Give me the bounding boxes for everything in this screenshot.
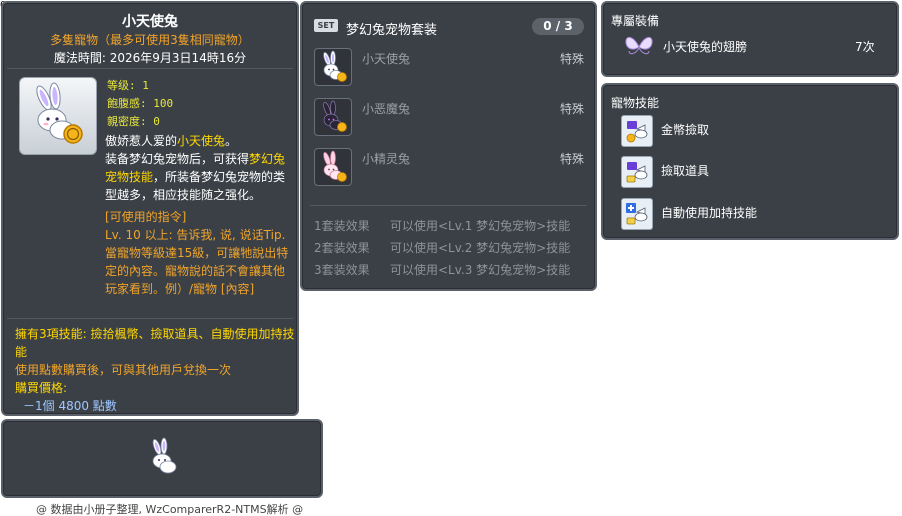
skill-name: 自動使用加持技能	[661, 206, 758, 220]
set-item-icon[interactable]	[314, 48, 352, 86]
divider	[310, 205, 587, 206]
set-effect: 1套装效果 可以使用<Lv.1 梦幻兔宠物>技能	[314, 217, 570, 234]
item-title: 小天使兔	[122, 14, 178, 30]
commands-body: Lv. 10 以上: 告诉我, 说, 说话Tip. 當寵物等級達15級，可讓牠說…	[105, 228, 289, 296]
set-effect-text: 可以使用<Lv.1 梦幻兔宠物>技能	[390, 219, 571, 233]
set-count-badge: 0 / 3	[532, 18, 584, 35]
auto-buff-icon	[626, 203, 648, 225]
item-pickup-icon	[626, 162, 648, 183]
set-item-type: 特殊	[560, 152, 585, 166]
white-rabbit-icon	[323, 50, 347, 82]
commands-header: [可使用的指令]	[105, 210, 187, 224]
item-icon-frame	[19, 77, 97, 155]
pet-sprite-icon	[152, 437, 177, 474]
exclusive-equip-panel: 專屬裝備 小天使兔的翅膀 7次	[601, 1, 899, 77]
set-effect-label: 3套装效果	[314, 263, 370, 277]
divider	[7, 318, 293, 319]
set-panel: SET 梦幻兔宠物套装 0 / 3 小天使兔 特殊 小恶魔兔 特殊 小精灵兔 特…	[300, 1, 597, 291]
pet-skills-panel: 寵物技能 金幣撿取 撿取道具 自動使用加持技能	[601, 83, 899, 240]
skill-name: 金幣撿取	[661, 123, 710, 137]
skill-name: 撿取道具	[661, 164, 710, 178]
stat-level: 等级: 1	[107, 79, 149, 92]
white-rabbit-icon	[36, 82, 83, 144]
stat-closeness: 親密度: 0	[107, 115, 160, 128]
set-effect-label: 2套装效果	[314, 241, 370, 255]
exchange-note: 使用點數購買後，可與其他用戶兌換一次	[15, 363, 232, 377]
meso-pickup-icon	[626, 121, 648, 143]
desc-highlight: 小天使兔	[177, 134, 226, 148]
price-label: 購買價格:	[15, 381, 68, 395]
set-item-type: 特殊	[560, 52, 585, 66]
skill-icon-frame[interactable]	[621, 156, 653, 188]
skill-icon-frame[interactable]	[621, 115, 653, 147]
item-description: 傲娇惹人爱的小天使兔。 装备梦幻兔宠物后，可获得梦幻兔宠物技能，所装备梦幻兔宠物…	[105, 132, 293, 204]
desc-text: 装备梦幻兔宠物后，可获得	[105, 152, 250, 166]
set-item-name: 小精灵兔	[362, 152, 411, 166]
set-item-icon[interactable]	[314, 148, 352, 186]
item-subtitle: 多隻寵物（最多可使用3隻相同寵物）	[50, 33, 250, 47]
skills-summary: 擁有3項技能: 撿拾楓幣、撿取道具、自動使用加持技能	[15, 327, 295, 359]
price-value: －1個 4800 點數	[23, 399, 117, 413]
black-rabbit-icon	[323, 100, 347, 132]
pet-skills-header: 寵物技能	[611, 96, 660, 110]
pink-rabbit-icon	[323, 150, 347, 182]
exclusive-equip-header: 專屬裝備	[611, 14, 660, 28]
desc-text: 。	[225, 134, 238, 148]
set-item-type: 特殊	[560, 102, 585, 116]
set-badge: SET	[314, 19, 338, 32]
exclusive-equip-name: 小天使兔的翅膀	[663, 40, 748, 54]
item-tooltip-panel: 小天使兔 多隻寵物（最多可使用3隻相同寵物） 魔法時間: 2026年9月3日14…	[1, 1, 299, 416]
set-item-name: 小恶魔兔	[362, 102, 411, 116]
set-effect-label: 1套装效果	[314, 219, 370, 233]
footer-credit: @ 数据由小册子整理, WzComparerR2-NTMS解析 @	[36, 503, 304, 516]
skill-icon-frame[interactable]	[621, 198, 653, 230]
set-name: 梦幻兔宠物套装	[346, 23, 438, 38]
set-item-name: 小天使兔	[362, 52, 411, 66]
desc-text: 傲娇惹人爱的	[105, 134, 178, 148]
stat-fullness: 飽腹感: 100	[107, 97, 174, 110]
set-effect: 2套装效果 可以使用<Lv.2 梦幻兔宠物>技能	[314, 239, 570, 256]
set-effect-text: 可以使用<Lv.3 梦幻兔宠物>技能	[390, 263, 571, 277]
exclusive-equip-count: 7次	[855, 40, 875, 54]
magic-time: 魔法時間: 2026年9月3日14時16分	[53, 51, 247, 65]
set-effect-text: 可以使用<Lv.2 梦幻兔宠物>技能	[390, 241, 571, 255]
pet-preview-panel	[1, 419, 323, 498]
set-item-icon[interactable]	[314, 98, 352, 136]
wings-icon[interactable]	[623, 33, 655, 59]
divider	[7, 68, 293, 69]
set-effect: 3套装效果 可以使用<Lv.3 梦幻兔宠物>技能	[314, 261, 570, 278]
